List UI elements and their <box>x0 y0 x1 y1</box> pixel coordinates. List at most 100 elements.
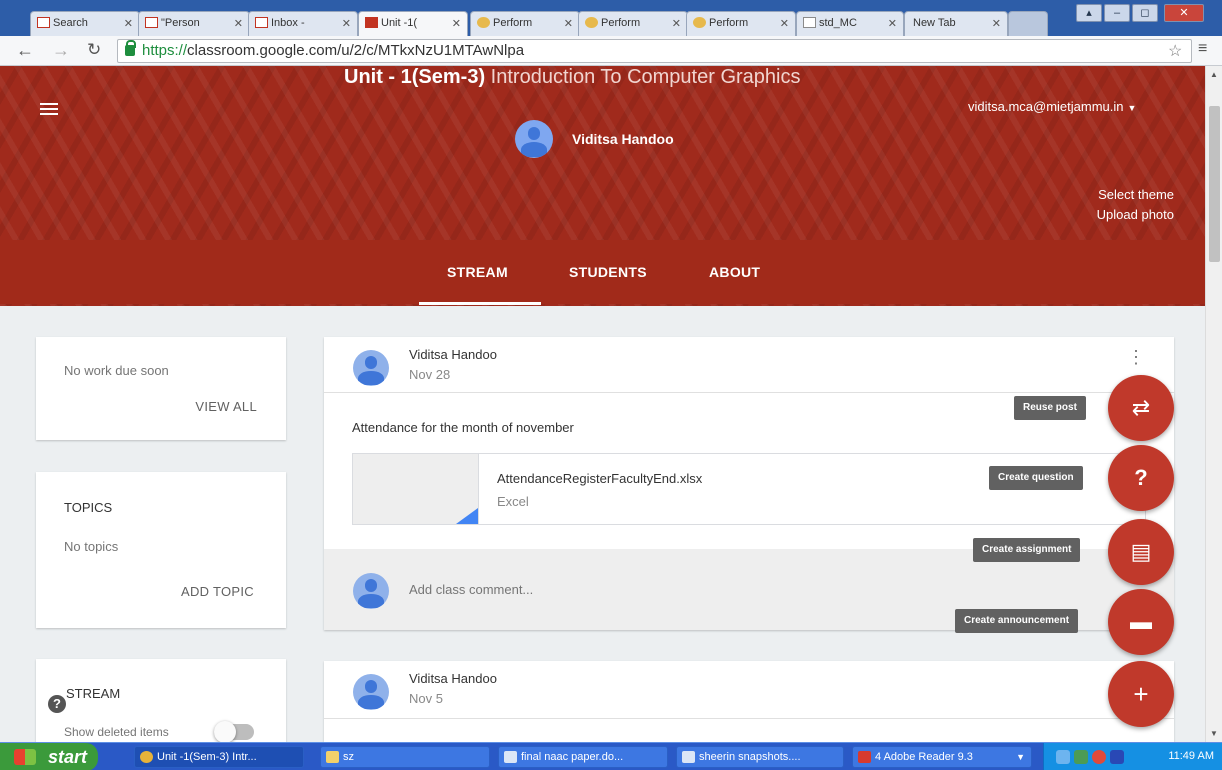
plus-icon: + <box>1133 679 1149 709</box>
close-tab-icon[interactable]: ✕ <box>992 17 1001 30</box>
back-icon[interactable]: ← <box>16 40 34 61</box>
close-tab-icon[interactable]: ✕ <box>888 17 897 30</box>
class-nav-tabs: STREAM STUDENTS ABOUT <box>0 240 1205 304</box>
class-comment-input[interactable]: Add class comment... <box>409 582 533 597</box>
browser-tab-strip: Search ✕ "Person ✕ Inbox - ✕ Unit -1(✕ Perf… <box>0 0 1222 36</box>
selected-tab-indicator <box>419 302 541 305</box>
browser-tab[interactable]: Inbox - ✕ <box>248 11 358 36</box>
post-text: Attendance for the month of november <box>352 420 574 435</box>
bookmark-star-icon[interactable]: ☆ <box>1168 41 1182 61</box>
divider <box>324 392 1174 393</box>
maximize-icon[interactable]: ◻ <box>1132 4 1158 22</box>
account-switcher[interactable]: viditsa.mca@mietjammu.in ▼ <box>968 99 1136 114</box>
reuse-post-button[interactable]: ⇄ <box>1108 375 1174 441</box>
view-all-button[interactable]: VIEW ALL <box>195 399 257 414</box>
security-shield-icon[interactable] <box>1110 750 1124 764</box>
browser-tab[interactable]: Perform ✕ <box>686 11 796 36</box>
start-button[interactable]: start <box>0 743 98 770</box>
address-bar[interactable]: https://classroom.google.com/u/2/c/MTkxN… <box>117 39 1192 63</box>
close-window-icon[interactable]: ✕ <box>1164 4 1204 22</box>
close-tab-icon[interactable]: ✕ <box>342 17 351 30</box>
scroll-down-icon[interactable]: ▼ <box>1210 729 1218 738</box>
browser-tab-label: Search <box>53 17 88 29</box>
folder-icon <box>326 751 339 763</box>
stream-post: Viditsa Handoo Nov 5 <box>324 661 1174 742</box>
browser-tab-label: "Person <box>161 17 200 29</box>
tab-students[interactable]: STUDENTS <box>569 264 647 280</box>
gmail-icon <box>255 17 268 28</box>
antivirus-icon[interactable] <box>1092 750 1106 764</box>
browser-tab[interactable]: New Tab ✕ <box>904 11 1008 36</box>
create-announcement-button[interactable]: ▬ <box>1108 589 1174 655</box>
word-icon <box>682 751 695 763</box>
word-icon <box>504 751 517 763</box>
taskbar-item-label: sz <box>343 751 354 763</box>
browser-tab[interactable]: Perform ✕ <box>470 11 580 36</box>
tab-about[interactable]: ABOUT <box>709 264 760 280</box>
create-fab-button[interactable]: + <box>1108 661 1174 727</box>
chevron-down-icon: ▼ <box>1016 752 1025 762</box>
network-icon[interactable] <box>1056 750 1070 764</box>
taskbar-item[interactable]: 4 Adobe Reader 9.3 ▼ <box>852 746 1032 768</box>
chrome-icon <box>140 751 153 763</box>
browser-tab-active[interactable]: Unit -1(✕ <box>358 11 468 36</box>
taskbar-item[interactable]: Unit -1(Sem-3) Intr... <box>134 746 304 768</box>
class-banner: Unit - 1(Sem-3) Introduction To Computer… <box>0 66 1205 306</box>
browser-tab-label: Perform <box>493 17 533 29</box>
browser-tab-label: Inbox - <box>271 17 305 29</box>
avatar-icon <box>353 350 389 386</box>
gmail-icon <box>145 17 158 28</box>
select-theme-link[interactable]: Select theme <box>1098 187 1174 202</box>
add-topic-button[interactable]: ADD TOPIC <box>181 584 254 599</box>
close-tab-icon[interactable]: ✕ <box>234 17 243 30</box>
forward-icon[interactable]: → <box>52 40 70 61</box>
vertical-scrollbar[interactable]: ▲ ▼ <box>1205 66 1222 742</box>
file-corner-icon <box>456 508 478 524</box>
chrome-menu-icon[interactable]: ≡ <box>1198 40 1207 58</box>
create-assignment-button[interactable]: ▤ <box>1108 519 1174 585</box>
new-tab-button[interactable] <box>1008 11 1048 36</box>
browser-tab[interactable]: std_MC ✕ <box>796 11 904 36</box>
taskbar-item-label: Unit -1(Sem-3) Intr... <box>157 751 257 763</box>
adobe-icon <box>858 751 871 763</box>
reload-icon[interactable]: ↻ <box>87 40 101 60</box>
close-tab-icon[interactable]: ✕ <box>780 17 789 30</box>
close-tab-icon[interactable]: ✕ <box>124 17 133 30</box>
scroll-up-icon[interactable]: ▲ <box>1210 70 1218 79</box>
topics-heading: TOPICS <box>64 500 113 515</box>
show-deleted-toggle[interactable] <box>214 721 254 743</box>
browser-tab[interactable]: Perform ✕ <box>578 11 688 36</box>
taskbar-item[interactable]: sheerin snapshots.... <box>676 746 844 768</box>
taskbar-item[interactable]: sz <box>320 746 490 768</box>
taskbar-item[interactable]: final naac paper.do... <box>498 746 668 768</box>
upload-photo-link[interactable]: Upload photo <box>1097 207 1174 222</box>
file-thumbnail <box>353 454 479 524</box>
hamburger-menu-icon[interactable] <box>40 103 58 115</box>
document-icon <box>803 17 816 28</box>
post-author: Viditsa Handoo <box>409 671 497 686</box>
page-icon <box>585 17 598 28</box>
account-email: viditsa.mca@mietjammu.in <box>968 99 1124 114</box>
browser-tab[interactable]: Search ✕ <box>30 11 140 36</box>
create-question-tooltip: Create question <box>989 466 1083 490</box>
scrollbar-thumb[interactable] <box>1209 106 1220 262</box>
upcoming-card: No work due soon VIEW ALL <box>36 337 286 440</box>
help-icon[interactable]: ? <box>48 695 66 713</box>
class-title-subject: Introduction To Computer Graphics <box>485 66 801 88</box>
browser-tab[interactable]: "Person ✕ <box>138 11 250 36</box>
create-question-button[interactable]: ? <box>1108 445 1174 511</box>
close-tab-icon[interactable]: ✕ <box>672 17 681 30</box>
reuse-icon: ⇄ <box>1131 395 1151 420</box>
tray-app-icon[interactable] <box>1074 750 1088 764</box>
toggle-knob <box>214 721 236 743</box>
tab-stream[interactable]: STREAM <box>447 264 508 280</box>
more-options-icon[interactable]: ⋮ <box>1127 348 1145 366</box>
start-label: start <box>48 747 88 767</box>
url-scheme: https:// <box>142 42 188 59</box>
upcoming-text: No work due soon <box>64 363 169 378</box>
close-tab-icon[interactable]: ✕ <box>452 17 461 30</box>
minimize-icon[interactable]: – <box>1104 4 1130 22</box>
gmail-icon <box>37 17 50 28</box>
user-icon[interactable]: ▴ <box>1076 4 1102 22</box>
close-tab-icon[interactable]: ✕ <box>564 17 573 30</box>
